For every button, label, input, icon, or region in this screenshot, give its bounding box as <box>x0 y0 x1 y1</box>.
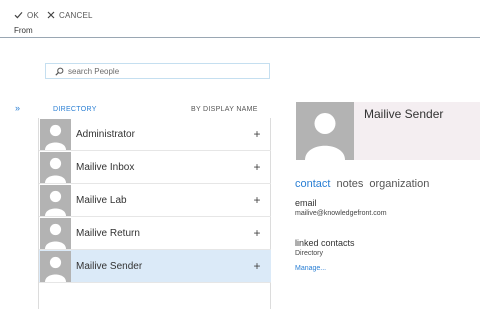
add-contact-button[interactable]: + <box>250 127 264 141</box>
add-contact-button[interactable]: + <box>250 160 264 174</box>
contact-row-mailive-sender[interactable]: Mailive Sender + <box>39 250 271 283</box>
email-label: email <box>295 198 317 208</box>
search-input[interactable] <box>68 66 258 76</box>
person-placeholder-icon <box>296 102 354 160</box>
expand-directory-toggle[interactable]: » <box>15 103 20 113</box>
from-divider <box>0 37 480 38</box>
contact-card-name: Mailive Sender <box>364 107 444 121</box>
cancel-label: CANCEL <box>59 10 93 20</box>
directory-source-label[interactable]: DIRECTORY <box>53 106 97 113</box>
linked-contacts-label: linked contacts <box>295 238 355 248</box>
add-contact-button[interactable]: + <box>250 226 264 240</box>
person-placeholder-icon <box>40 118 71 150</box>
manage-link[interactable]: Manage... <box>295 265 326 272</box>
person-placeholder-icon <box>40 250 71 282</box>
from-label: From <box>14 26 33 35</box>
search-box[interactable] <box>45 63 270 79</box>
tab-organization[interactable]: organization <box>369 178 429 190</box>
cancel-button[interactable]: CANCEL <box>47 8 93 22</box>
email-value: mailive@knowledgefront.com <box>295 210 387 217</box>
contact-name: Mailive Return <box>76 227 140 239</box>
contact-name: Administrator <box>76 128 135 140</box>
toolbar: OK CANCEL <box>0 0 480 24</box>
ok-button[interactable]: OK <box>14 8 39 22</box>
search-icon <box>55 67 64 76</box>
tab-contact[interactable]: contact <box>295 178 330 190</box>
contact-row-mailive-return[interactable]: Mailive Return + <box>39 217 271 250</box>
contact-list: Administrator + Mailive Inbox + Mailive … <box>38 118 271 309</box>
add-contact-button[interactable]: + <box>250 259 264 273</box>
person-placeholder-icon <box>40 184 71 216</box>
person-placeholder-icon <box>40 217 71 249</box>
add-contact-button[interactable]: + <box>250 193 264 207</box>
contact-name: Mailive Sender <box>76 260 143 272</box>
checkmark-icon <box>14 12 23 19</box>
contact-row-mailive-lab[interactable]: Mailive Lab + <box>39 184 271 217</box>
close-icon <box>47 11 55 19</box>
contact-row-mailive-inbox[interactable]: Mailive Inbox + <box>39 151 271 184</box>
person-placeholder-icon <box>40 151 71 183</box>
contact-name: Mailive Inbox <box>76 161 135 173</box>
sort-by-display-name[interactable]: BY DISPLAY NAME <box>191 106 258 113</box>
contact-row-administrator[interactable]: Administrator + <box>39 118 271 151</box>
linked-contacts-value: Directory <box>295 250 324 257</box>
contact-name: Mailive Lab <box>76 194 127 206</box>
ok-label: OK <box>27 10 39 20</box>
contact-card-tabs: contact notes organization <box>295 178 435 190</box>
tab-notes[interactable]: notes <box>336 178 363 190</box>
